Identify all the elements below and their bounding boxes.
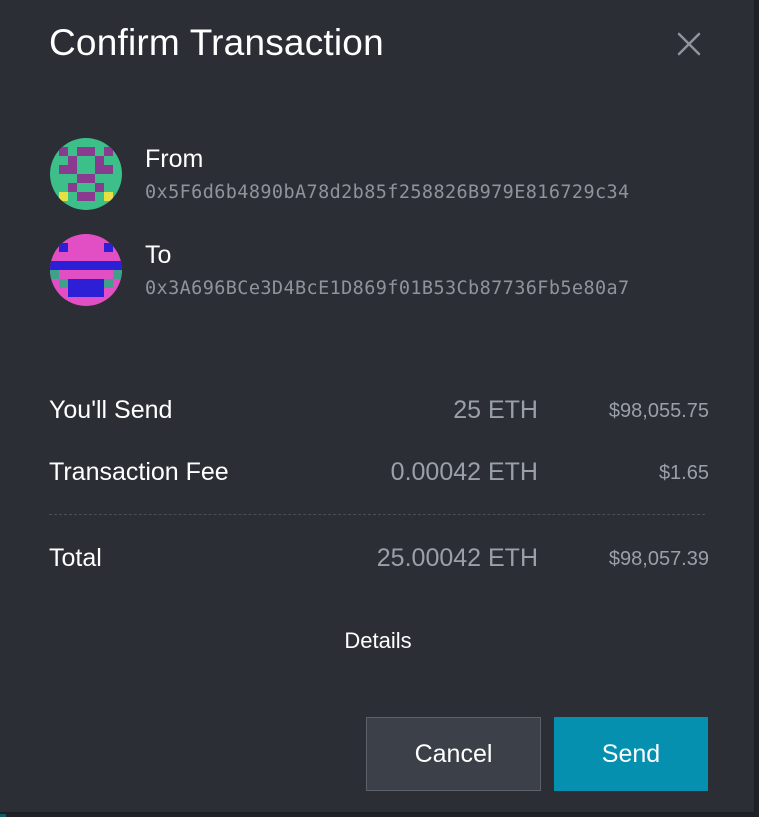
- cancel-button[interactable]: Cancel: [366, 717, 541, 791]
- to-label: To: [145, 241, 172, 269]
- close-icon[interactable]: [673, 28, 705, 60]
- send-amount-row: You'll Send 25 ETH $98,055.75: [49, 390, 709, 430]
- from-account: From 0x5F6d6b4890bA78d2b85f258826B979E81…: [49, 137, 729, 212]
- send-usd-value: $98,055.75: [608, 400, 709, 422]
- fee-row: Transaction Fee 0.00042 ETH $1.65: [49, 452, 709, 492]
- to-account: To 0x3A696BCe3D4BcE1D869f01B53Cb87736Fb5…: [49, 233, 729, 308]
- total-label: Total: [49, 544, 102, 572]
- confirm-transaction-dialog: Confirm Transaction From 0x5F6d6b4890bA7…: [0, 0, 756, 814]
- details-link[interactable]: Details: [0, 628, 756, 654]
- from-label: From: [145, 145, 204, 173]
- send-eth-value: 25 ETH: [453, 396, 538, 424]
- fee-label: Transaction Fee: [49, 458, 229, 486]
- dialog-title: Confirm Transaction: [49, 22, 384, 63]
- send-label: You'll Send: [49, 396, 173, 424]
- summary-divider: [49, 514, 705, 515]
- fee-usd-value: $1.65: [658, 462, 709, 484]
- from-avatar-icon: [50, 138, 122, 210]
- fee-eth-value: 0.00042 ETH: [390, 458, 538, 486]
- to-address: 0x3A696BCe3D4BcE1D869f01B53Cb87736Fb5e80…: [145, 278, 630, 299]
- total-usd-value: $98,057.39: [608, 548, 709, 570]
- to-avatar-icon: [50, 234, 122, 306]
- total-row: Total 25.00042 ETH $98,057.39: [49, 538, 709, 578]
- from-address: 0x5F6d6b4890bA78d2b85f258826B979E816729c…: [145, 182, 630, 203]
- total-eth-value: 25.00042 ETH: [376, 544, 538, 572]
- send-button[interactable]: Send: [554, 717, 708, 791]
